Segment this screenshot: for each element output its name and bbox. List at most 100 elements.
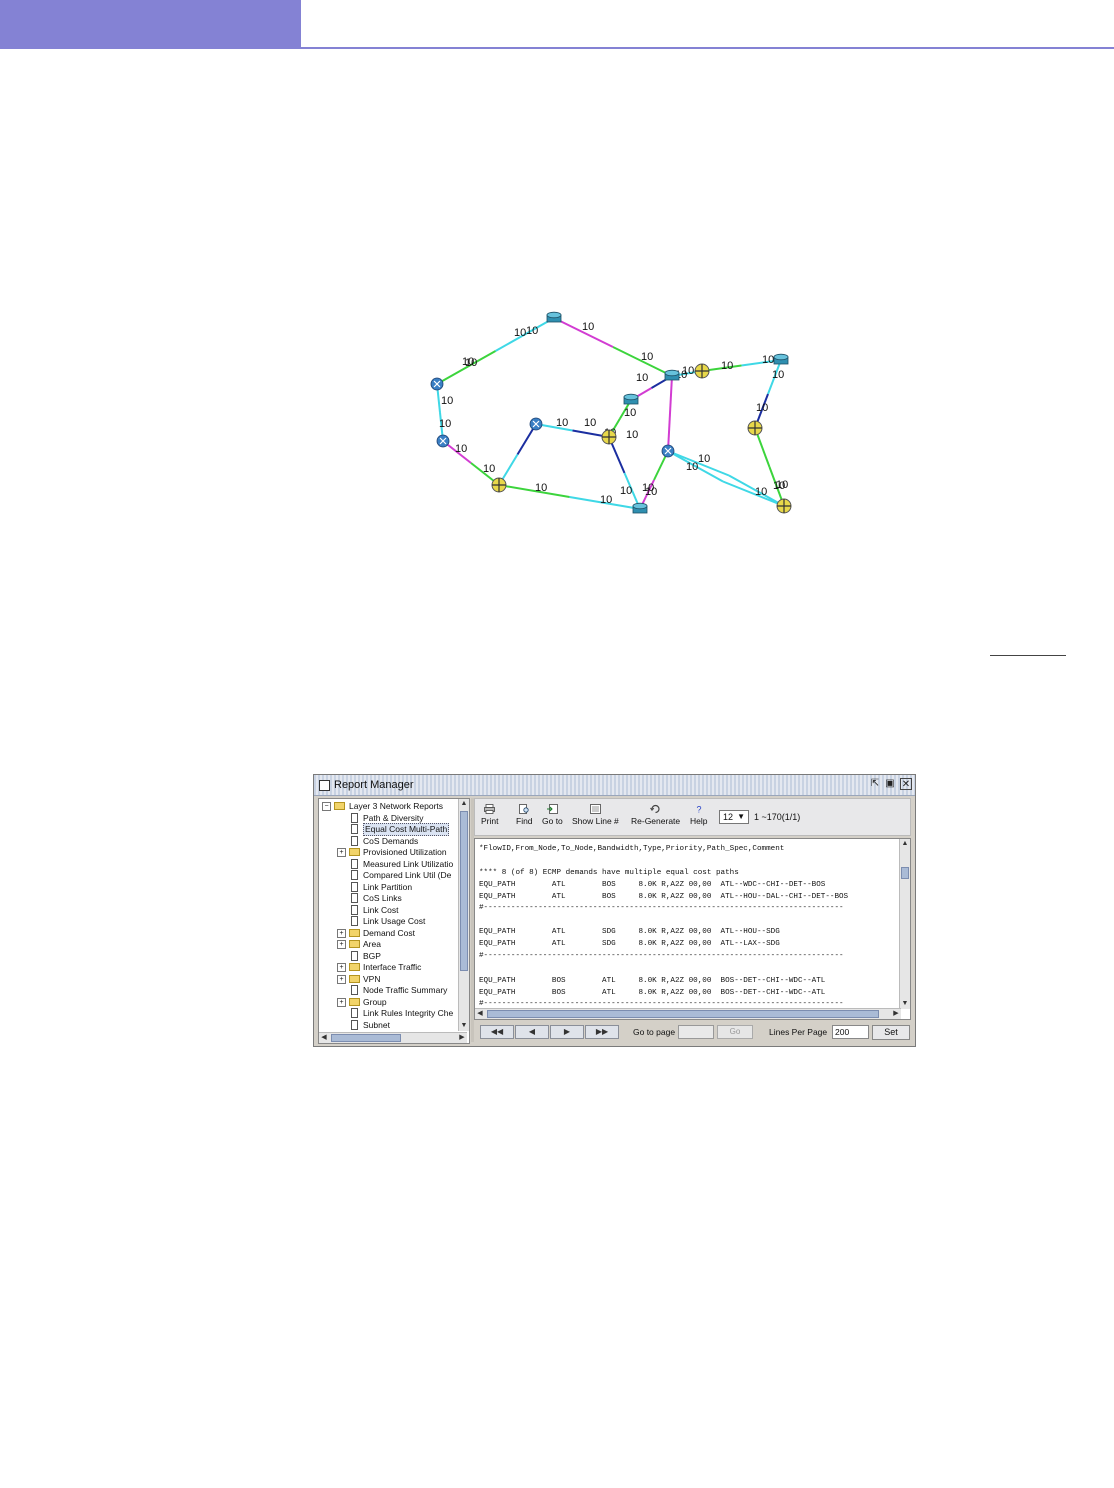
document-icon	[351, 985, 358, 995]
folder-icon	[334, 802, 345, 810]
hub-node-icon[interactable]	[430, 377, 444, 391]
tree-horizontal-scrollbar[interactable]: ◀ ▶	[319, 1032, 467, 1043]
expand-icon[interactable]: +	[337, 928, 346, 938]
maximize-icon[interactable]: ▣	[884, 778, 896, 790]
router-node-icon[interactable]	[546, 311, 562, 323]
expand-icon[interactable]: +	[337, 963, 346, 972]
link-cost-label: 10	[721, 360, 733, 372]
scroll-thumb[interactable]	[901, 867, 909, 879]
tree-item-label: BGP	[363, 950, 381, 961]
first-page-icon: ◀◀	[490, 1027, 504, 1036]
set-button[interactable]: Set	[872, 1025, 910, 1040]
report-panel: Print Find Go to Show Line # Re-Generate…	[474, 798, 912, 1044]
scroll-thumb[interactable]	[460, 811, 468, 971]
tree-item-label: Compared Link Util (De	[363, 870, 452, 880]
corner-header-tab	[0, 0, 301, 47]
scroll-up-icon[interactable]: ▲	[459, 799, 469, 809]
report-line: EQU_PATH ATL BOS 8.0K R,A2Z 00,00 ATL--W…	[479, 881, 826, 889]
font-size-select[interactable]: 12 ▼	[719, 810, 749, 824]
scroll-thumb[interactable]	[331, 1034, 401, 1042]
link-cost-label: 10	[755, 486, 767, 498]
scroll-right-icon[interactable]: ▶	[457, 1033, 467, 1043]
go-button[interactable]: Go	[717, 1025, 753, 1039]
hub-node-icon[interactable]	[436, 434, 450, 448]
link-cost-label: 10	[772, 369, 784, 381]
collapse-icon[interactable]: −	[322, 802, 331, 811]
switch-node-icon[interactable]	[601, 429, 617, 445]
router-node-icon[interactable]	[773, 353, 789, 365]
document-icon	[351, 870, 358, 880]
scroll-left-icon[interactable]: ◀	[319, 1033, 329, 1043]
scroll-right-icon[interactable]: ▶	[891, 1009, 901, 1019]
tree-item-label: Demand Cost	[363, 927, 415, 938]
switch-node-icon[interactable]	[747, 420, 763, 436]
expand-icon[interactable]: +	[337, 848, 346, 857]
scroll-down-icon[interactable]: ▼	[900, 999, 910, 1009]
next-page-icon: ▶	[563, 1027, 571, 1036]
router-node-icon[interactable]	[632, 502, 648, 514]
report-text-area[interactable]: *FlowID,From_Node,To_Node,Bandwidth,Type…	[474, 838, 911, 1020]
expand-icon[interactable]: +	[337, 974, 346, 984]
switch-node-icon[interactable]	[491, 477, 507, 493]
report-vertical-scrollbar[interactable]: ▲ ▼	[899, 839, 910, 1009]
tree-item-label: Area	[363, 939, 381, 949]
hub-node-icon[interactable]	[529, 417, 543, 431]
folder-icon	[349, 974, 360, 983]
link-cost-label: 10	[645, 486, 657, 498]
last-page-button[interactable]: ▶▶	[585, 1025, 619, 1039]
tree-item-label: Link Rules Integrity Che	[363, 1008, 454, 1018]
scroll-left-icon[interactable]: ◀	[475, 1009, 485, 1019]
next-page-button[interactable]: ▶	[550, 1025, 584, 1039]
document-icon	[351, 858, 358, 869]
chevron-down-icon: ▼	[737, 812, 745, 821]
help-button[interactable]: ? Help	[690, 804, 707, 827]
expand-icon[interactable]: +	[337, 997, 346, 1007]
switch-node-icon[interactable]	[694, 363, 710, 379]
link-cost-label: 10	[483, 463, 495, 475]
expand-icon[interactable]: +	[337, 940, 346, 949]
link-cost-label: 10	[439, 418, 451, 430]
scroll-thumb[interactable]	[487, 1010, 879, 1018]
svg-text:?: ?	[697, 805, 702, 815]
report-line: #---------------------------------------…	[479, 952, 844, 960]
title-bar[interactable]: Report Manager ⇱ ▣ ✕	[314, 775, 915, 796]
document-icon	[351, 1008, 358, 1018]
scroll-up-icon[interactable]: ▲	[900, 839, 910, 849]
router-node-icon[interactable]	[664, 369, 680, 381]
link-cost-label: 10	[682, 365, 694, 377]
tree-item-label: VPN	[363, 973, 381, 984]
router-node-icon[interactable]	[623, 393, 639, 405]
goto-button[interactable]: Go to	[542, 804, 563, 826]
window-title: Report Manager	[334, 779, 414, 791]
find-button[interactable]: Find	[516, 804, 533, 826]
link-segment[interactable]	[669, 375, 673, 414]
report-line: EQU_PATH ATL SDG 8.0K R,A2Z 00,00 ATL--L…	[479, 940, 780, 948]
report-line: **** 8 (of 8) ECMP demands have multiple…	[479, 869, 739, 877]
lines-per-page-input[interactable]: 200	[832, 1025, 869, 1039]
goto-page-input[interactable]	[678, 1025, 714, 1039]
prev-page-icon: ◀	[528, 1027, 536, 1036]
link-cost-label: 10	[776, 479, 788, 491]
regenerate-button[interactable]: Re-Generate	[631, 804, 680, 826]
show-line-number-button[interactable]: Show Line #	[572, 804, 619, 826]
link-cost-label: 10	[636, 372, 648, 384]
report-horizontal-scrollbar[interactable]: ◀ ▶	[475, 1008, 901, 1019]
print-button[interactable]: Print	[481, 804, 498, 826]
scroll-down-icon[interactable]: ▼	[459, 1021, 469, 1031]
report-tree: − Layer 3 Network Reports Path & Diversity…	[318, 798, 470, 1044]
tree-item-label: Group	[363, 996, 387, 1007]
goto-page-label: Go to page	[633, 1027, 676, 1037]
report-line: EQU_PATH BOS ATL 8.0K R,A2Z 00,00 BOS--D…	[479, 977, 826, 985]
tree-item-label: Measured Link Utilizatio	[363, 858, 454, 869]
hub-node-icon[interactable]	[661, 444, 675, 458]
link-cost-label: 10	[584, 417, 596, 429]
link-cost-label: 10	[624, 407, 636, 419]
switch-node-icon[interactable]	[776, 498, 792, 514]
undock-icon[interactable]: ⇱	[869, 778, 881, 790]
tree-vertical-scrollbar[interactable]: ▲ ▼	[458, 799, 469, 1031]
pager-bar: ◀◀ ◀ ▶ ▶▶ Go to page Go Lines Per Page 2…	[474, 1023, 911, 1043]
prev-page-button[interactable]: ◀	[515, 1025, 549, 1039]
first-page-button[interactable]: ◀◀	[480, 1025, 514, 1039]
link-cost-label: 10	[556, 417, 568, 429]
close-icon[interactable]: ✕	[900, 778, 912, 790]
